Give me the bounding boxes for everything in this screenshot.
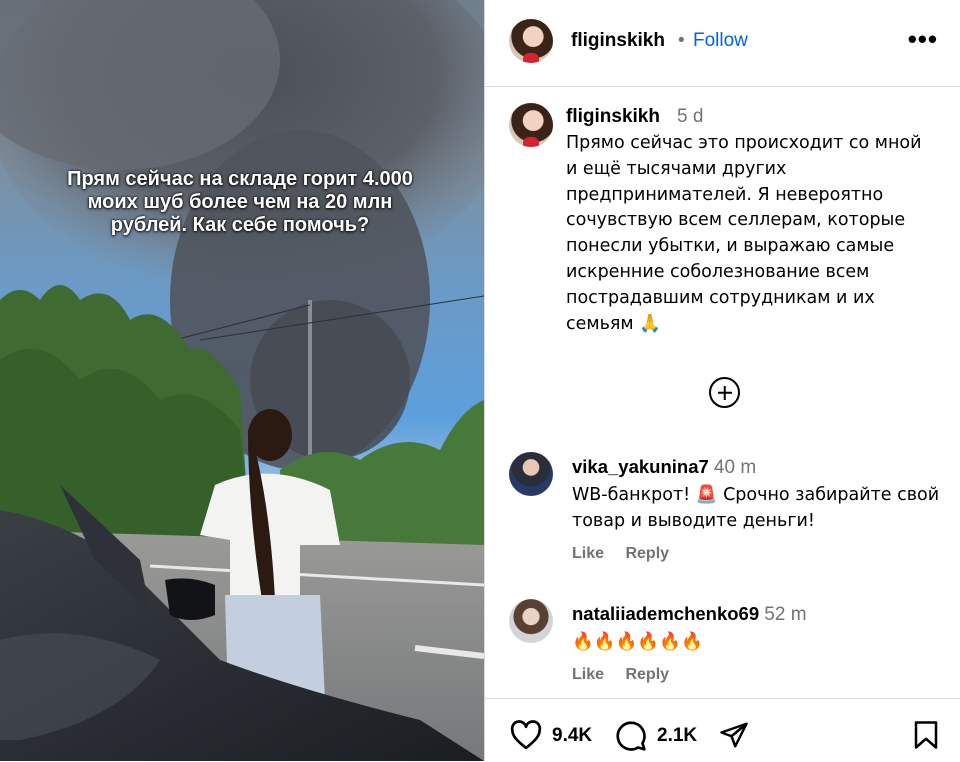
heart-icon[interactable] [509, 720, 543, 755]
media-scene [0, 0, 484, 761]
comment-icon[interactable] [615, 720, 647, 757]
commenter-username[interactable]: nataliiademchenko69 [572, 603, 759, 624]
commenter-avatar[interactable] [509, 452, 553, 496]
like-comment-button[interactable]: Like [572, 545, 604, 562]
post-media[interactable]: Прям сейчас на складе горит 4.000 моих ш… [0, 0, 484, 761]
comments-count[interactable]: 2.1K [657, 725, 697, 747]
comment-actions: Like Reply [572, 666, 686, 684]
like-comment-button[interactable]: Like [572, 666, 604, 683]
media-text-overlay: Прям сейчас на складе горит 4.000 моих ш… [67, 168, 413, 236]
author-username[interactable]: fliginskikh [571, 30, 665, 52]
author-avatar[interactable] [509, 19, 553, 63]
reply-comment-button[interactable]: Reply [625, 545, 669, 562]
commenter-avatar[interactable] [509, 599, 553, 643]
caption-author-avatar[interactable] [509, 103, 553, 147]
caption-author-username[interactable]: fliginskikh [566, 106, 660, 128]
post-header: fliginskikh • Follow ••• [485, 0, 960, 87]
separator-dot: • [678, 30, 685, 51]
comment-timestamp[interactable]: 40 m [714, 457, 756, 478]
comment-header: nataliiademchenko69 52 m [572, 603, 807, 626]
more-horizontal-icon[interactable]: ••• [908, 24, 938, 55]
commenter-username[interactable]: vika_yakunina7 [572, 456, 709, 477]
action-bar: 9.4K 2.1K [485, 698, 960, 762]
post-details-panel: fliginskikh • Follow ••• fliginskikh 5 d… [485, 0, 960, 761]
likes-count[interactable]: 9.4K [552, 725, 592, 747]
comment-text: WB-банкрот! 🚨 Срочно забирайте свой това… [572, 485, 940, 531]
comment-actions: Like Reply [572, 545, 686, 563]
reply-comment-button[interactable]: Reply [625, 666, 669, 683]
bookmark-icon[interactable] [913, 720, 939, 755]
caption-timestamp[interactable]: 5 d [677, 106, 703, 128]
follow-button[interactable]: Follow [693, 30, 748, 52]
caption-text: Прямо сейчас это происходит со мной и ещ… [566, 133, 922, 334]
comment-header: vika_yakunina7 40 m [572, 456, 756, 479]
comment-timestamp[interactable]: 52 m [764, 604, 806, 625]
share-icon[interactable] [718, 720, 750, 755]
comment-text: 🔥🔥🔥🔥🔥🔥 [572, 632, 703, 652]
plus-circle-icon[interactable] [709, 377, 740, 408]
